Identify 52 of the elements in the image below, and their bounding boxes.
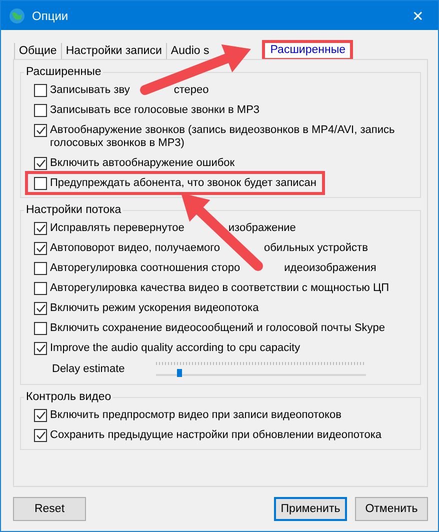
group-title: Контроль видео bbox=[25, 391, 112, 403]
checkbox-label: Предупреждать абонента, что звонок будет записан bbox=[50, 176, 316, 190]
check-icon bbox=[36, 344, 46, 352]
checkbox-label: Автообнаружение звонков (запись видеозвонков в MP4/AVI, запись голосовых звонков в MP3) bbox=[50, 124, 396, 150]
check-icon bbox=[36, 410, 46, 420]
close-button[interactable]: ✕ bbox=[406, 8, 430, 24]
check-icon bbox=[36, 244, 46, 252]
check-icon bbox=[36, 224, 46, 232]
checkbox[interactable] bbox=[34, 176, 47, 190]
tab[interactable]: Расширенные bbox=[264, 42, 351, 59]
checkbox[interactable] bbox=[34, 222, 47, 234]
checkbox[interactable] bbox=[34, 242, 47, 254]
checkbox-label: Включить сохранение видеосообщений и голосовой почты Skype bbox=[50, 322, 386, 334]
checkbox-label: Авторегулировка качества видео в соответствии с мощностью ЦП bbox=[50, 282, 390, 294]
checkbox[interactable] bbox=[34, 322, 47, 334]
checkbox[interactable] bbox=[34, 104, 47, 116]
checkbox[interactable] bbox=[34, 342, 47, 354]
checkbox-label: Записывать все голосовые звонки в MP3 bbox=[50, 104, 260, 116]
dialog-button[interactable]: Отменить bbox=[355, 497, 428, 521]
checkbox[interactable] bbox=[34, 302, 47, 314]
group-title: Расширенные bbox=[25, 66, 102, 78]
slider-label: Delay estimate bbox=[52, 363, 126, 375]
app-globe-icon bbox=[9, 8, 25, 24]
checkbox-label: Сохранить предыдущие настройки при обновлении видеопотока bbox=[50, 428, 382, 442]
slider-thumb[interactable] bbox=[177, 369, 182, 377]
checkbox[interactable] bbox=[34, 156, 47, 170]
checkbox-label: обильных устройств bbox=[264, 242, 368, 254]
group-title: Настройки потока bbox=[25, 204, 122, 216]
checkbox[interactable] bbox=[34, 262, 47, 274]
checkbox-label: стерео bbox=[174, 84, 209, 96]
dialog-button[interactable]: Reset bbox=[13, 497, 86, 521]
dialog-button[interactable]: Применить bbox=[274, 497, 347, 521]
check-icon bbox=[36, 158, 46, 168]
checkbox-label: Включить режим ускорения видеопотока bbox=[50, 302, 259, 314]
checkbox[interactable] bbox=[34, 84, 47, 96]
checkbox-label: Записывать зву bbox=[50, 84, 130, 96]
checkbox-label: Включить автообнаружение ошибок bbox=[50, 156, 235, 170]
checkbox-label: изображение bbox=[228, 222, 296, 234]
checkbox-label: Включить предпросмотр видео при записи видеопотоков bbox=[50, 408, 342, 422]
checkbox-label: Исправлять перевернутое bbox=[50, 222, 184, 234]
checkbox-label: Авторегулировка соотношения сторо bbox=[50, 262, 240, 274]
checkbox[interactable] bbox=[34, 428, 47, 442]
checkbox[interactable] bbox=[34, 282, 47, 294]
checkbox-label: идеоизображения bbox=[284, 262, 376, 274]
check-icon bbox=[36, 304, 46, 312]
checkbox-label: Improve the audio quality according to cpu capacity bbox=[50, 342, 300, 354]
window-title: Опции bbox=[32, 8, 70, 22]
check-icon bbox=[36, 430, 46, 440]
checkbox-label: Автоповорот видео, получаемого bbox=[50, 242, 220, 254]
check-icon bbox=[36, 126, 46, 134]
checkbox[interactable] bbox=[34, 124, 47, 136]
checkbox[interactable] bbox=[34, 408, 47, 422]
